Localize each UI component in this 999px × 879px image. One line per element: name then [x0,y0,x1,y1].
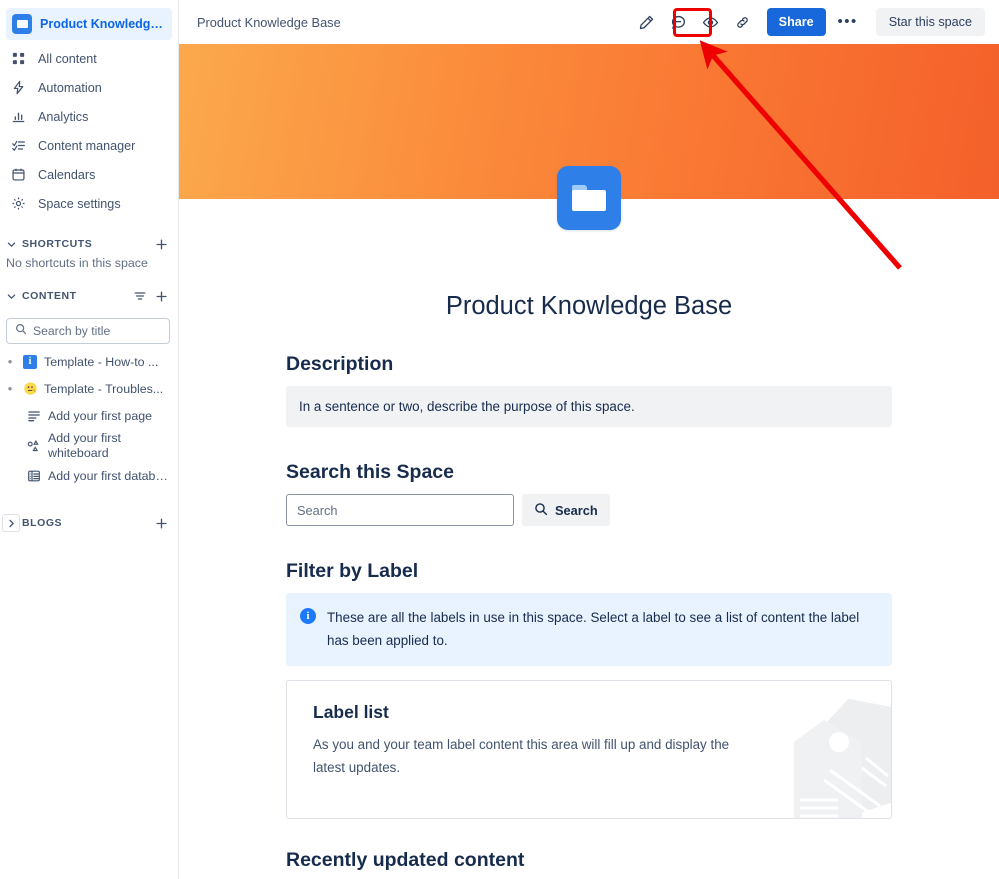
description-heading: Description [286,353,892,376]
info-icon: i [300,608,316,624]
sidebar-item-space-settings[interactable]: Space settings [0,189,178,218]
space-folder-logo-icon [12,14,32,34]
sidebar-item-all-content[interactable]: All content [0,44,178,73]
bolt-icon [10,80,26,96]
content-tree-item-add-first-whiteboard[interactable]: Add your first whiteboard [0,429,178,462]
sidebar-item-label: Calendars [38,168,95,182]
content-tree-item-template-howto[interactable]: • i Template - How-to ... [0,348,178,375]
sidebar-item-label: Analytics [38,110,88,124]
search-icon [534,502,548,519]
content-tree-item-add-first-page[interactable]: Add your first page [0,402,178,429]
chevron-down-icon[interactable] [2,235,20,253]
search-button-label: Search [555,503,598,518]
sidebar-item-label: Space settings [38,197,121,211]
bar-chart-icon [10,109,26,125]
star-this-space-button[interactable]: Star this space [876,8,985,36]
search-heading: Search this Space [286,461,892,484]
search-section: Search this Space Search [286,461,892,526]
labels-info-panel: i These are all the labels in use in thi… [286,593,892,666]
sidebar-item-label: Content manager [38,139,135,153]
chevron-right-icon[interactable] [2,514,20,532]
main-area: Product Knowledge Base Share ••• Star th… [179,0,999,879]
space-search-button[interactable]: Search [522,494,610,526]
app-root: Product Knowledge Base All content Autom… [0,0,999,879]
filter-by-label-heading: Filter by Label [286,560,892,583]
description-body: In a sentence or two, describe the purpo… [286,386,892,427]
recently-updated-heading: Recently updated content [286,849,892,872]
share-button[interactable]: Share [767,8,826,36]
tree-item-label: Add your first page [48,409,152,423]
tree-bullet: • [4,382,16,395]
content-title: CONTENT [22,290,128,302]
page-icon [26,408,42,424]
sidebar-item-content-manager[interactable]: Content manager [0,131,178,160]
label-list-card: Label list As you and your team label co… [286,680,892,819]
tree-item-label: Template - Troubles... [44,382,163,396]
add-blog-plus-icon[interactable] [152,514,170,532]
shortcuts-section-header: SHORTCUTS [0,230,178,258]
thinking-face-emoji-icon [22,381,38,397]
blogs-title: BLOGS [22,517,149,529]
sidebar-nav: All content Automation Analytics Content… [0,44,178,218]
copy-link-icon[interactable] [729,8,757,36]
content-tree-item-add-first-database[interactable]: Add your first database [0,462,178,489]
add-shortcut-plus-icon[interactable] [152,235,170,253]
whiteboard-icon [26,438,42,454]
space-search-input[interactable] [286,494,514,526]
sidebar-item-analytics[interactable]: Analytics [0,102,178,131]
top-toolbar: Product Knowledge Base Share ••• Star th… [179,0,999,44]
eye-watch-icon[interactable] [697,8,725,36]
calendar-icon [10,167,26,183]
tree-item-label: Template - How-to ... [44,355,158,369]
sidebar-search-box[interactable] [6,318,170,344]
gear-icon [10,196,26,212]
tree-item-label: Add your first database [48,469,172,483]
search-icon [15,322,27,340]
sidebar-space-header[interactable]: Product Knowledge Base [6,8,172,40]
chevron-down-icon[interactable] [2,287,20,305]
filter-icon[interactable] [131,287,149,305]
sidebar-item-automation[interactable]: Automation [0,73,178,102]
more-options-button[interactable]: ••• [834,8,862,36]
content-manager-icon [10,138,26,154]
page-title: Product Knowledge Base [179,292,999,321]
sidebar-item-label: Automation [38,81,102,95]
breadcrumb[interactable]: Product Knowledge Base [197,15,629,30]
add-content-plus-icon[interactable] [152,287,170,305]
search-input[interactable] [33,324,161,338]
sidebar-item-label: All content [38,52,97,66]
content-tree-item-template-troubleshooting[interactable]: • Template - Troubles... [0,375,178,402]
shortcuts-title: SHORTCUTS [22,238,149,250]
filter-by-label-section: Filter by Label i These are all the labe… [286,560,892,819]
blogs-section-header: BLOGS [0,509,178,537]
description-section: Description In a sentence or two, descri… [286,353,892,427]
sidebar-item-calendars[interactable]: Calendars [0,160,178,189]
blue-info-emoji-icon: i [22,354,38,370]
page-body: Description In a sentence or two, descri… [286,321,892,879]
tag-illustration-icon [776,690,891,818]
comment-icon[interactable] [665,8,693,36]
labels-info-text: These are all the labels in use in this … [327,606,878,652]
search-row: Search [286,494,892,526]
folder-icon [572,185,606,211]
pencil-edit-icon[interactable] [633,8,661,36]
shortcuts-empty-text: No shortcuts in this space [0,256,178,270]
recently-updated-section: Recently updated content i This list bel… [286,849,892,879]
database-icon [26,468,42,484]
sidebar: Product Knowledge Base All content Autom… [0,0,179,879]
content-section-header: CONTENT [0,282,178,310]
grid-icon [10,51,26,67]
sidebar-space-title: Product Knowledge Base [40,17,166,31]
tree-item-label: Add your first whiteboard [48,431,172,460]
label-list-body: As you and your team label content this … [313,733,733,779]
space-avatar [557,166,621,230]
tree-bullet: • [4,355,16,368]
